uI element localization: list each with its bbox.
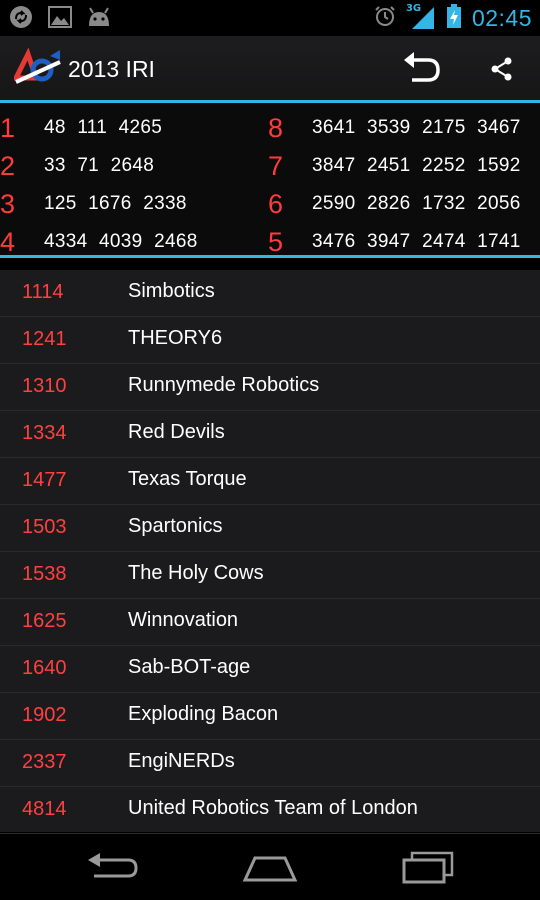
- team-list-item[interactable]: 1902 Exploding Bacon: [0, 693, 540, 740]
- battery-charging-icon: [446, 3, 462, 33]
- alliance-row[interactable]: 4 4334 4039 2468: [0, 223, 198, 261]
- team-name: Spartonics: [128, 515, 223, 537]
- notification-icons: [8, 4, 112, 30]
- alliance-seed: 4: [0, 226, 16, 257]
- team-number: 1241: [22, 328, 67, 350]
- signal-3g-icon: 3G: [406, 3, 436, 31]
- alliance-teams: 3476 3947 2474 1741: [312, 231, 521, 252]
- team-list-item[interactable]: 1114 Simbotics: [0, 270, 540, 317]
- team-name: United Robotics Team of London: [128, 797, 418, 819]
- action-bar: 2013 IRI: [0, 36, 540, 100]
- navigation-bar: [0, 834, 540, 900]
- system-status: 3G 02:45: [374, 3, 532, 33]
- team-list-item[interactable]: 4814 United Robotics Team of London: [0, 787, 540, 834]
- alliance-teams: 3641 3539 2175 3467: [312, 117, 521, 138]
- alliance-seed: 6: [268, 188, 284, 219]
- alliance-row[interactable]: 5 3476 3947 2474 1741: [268, 223, 521, 261]
- team-list-item[interactable]: 1538 The Holy Cows: [0, 552, 540, 599]
- team-number: 1310: [22, 375, 67, 397]
- team-name: Simbotics: [128, 280, 215, 302]
- team-number: 1538: [22, 563, 67, 585]
- team-name: Winnovation: [128, 609, 239, 631]
- team-list-item[interactable]: 1503 Spartonics: [0, 505, 540, 552]
- home-button[interactable]: [240, 848, 300, 888]
- team-list-item[interactable]: 1310 Runnymede Robotics: [0, 364, 540, 411]
- team-number: 1640: [22, 657, 67, 679]
- team-list-item[interactable]: 1334 Red Devils: [0, 411, 540, 458]
- team-name: Red Devils: [128, 421, 225, 443]
- page-title: 2013 IRI: [68, 56, 155, 82]
- team-number: 4814: [22, 798, 67, 820]
- team-number: 1114: [22, 281, 64, 303]
- team-name: Texas Torque: [128, 468, 247, 490]
- alarm-icon: [374, 5, 396, 31]
- team-name: Exploding Bacon: [128, 703, 279, 725]
- status-clock: 02:45: [471, 4, 532, 31]
- sync-icon: [8, 4, 34, 30]
- undo-button[interactable]: [398, 50, 446, 88]
- alliance-teams: 4334 4039 2468: [44, 231, 198, 252]
- alliance-seed: 7: [268, 150, 284, 181]
- team-name: EngiNERDs: [128, 750, 235, 772]
- alliance-row[interactable]: 8 3641 3539 2175 3467: [268, 109, 521, 147]
- team-list-item[interactable]: 2337 EngiNERDs: [0, 740, 540, 787]
- alliance-teams: 3847 2451 2252 1592: [312, 155, 521, 176]
- team-number: 1625: [22, 610, 67, 632]
- share-icon: [491, 57, 512, 81]
- alliance-row[interactable]: 6 2590 2826 1732 2056: [268, 185, 521, 223]
- back-button[interactable]: [82, 848, 142, 888]
- team-number: 1477: [22, 469, 67, 491]
- team-name: Runnymede Robotics: [128, 374, 320, 396]
- team-name: THEORY6: [128, 327, 223, 349]
- team-number: 1503: [22, 516, 67, 538]
- alliance-teams: 2590 2826 1732 2056: [312, 193, 521, 214]
- alliance-selection-panel: 1 48 111 4265 2 33 71 2648 3 125 1676 23…: [0, 100, 540, 258]
- undo-icon: [404, 52, 440, 82]
- team-list-item[interactable]: 1241 THEORY6: [0, 317, 540, 364]
- android-icon: [86, 6, 112, 28]
- team-number: 2337: [22, 751, 67, 773]
- image-icon: [48, 6, 72, 28]
- home-icon: [242, 856, 298, 882]
- alliance-row[interactable]: 1 48 111 4265: [0, 109, 162, 147]
- team-number: 1334: [22, 422, 67, 444]
- alliance-seed: 2: [0, 150, 16, 181]
- team-list-item[interactable]: 1477 Texas Torque: [0, 458, 540, 505]
- team-list-item[interactable]: 1625 Winnovation: [0, 599, 540, 646]
- alliance-seed: 1: [0, 112, 16, 143]
- share-button[interactable]: [482, 50, 520, 88]
- alliance-teams: 33 71 2648: [44, 155, 155, 176]
- alliance-teams: 48 111 4265: [44, 117, 163, 138]
- status-bar: 3G 02:45: [0, 0, 540, 36]
- team-list[interactable]: 1114 Simbotics 1241 THEORY6 1310 Runnymede …: [0, 270, 540, 834]
- alliance-seed: 8: [268, 112, 284, 143]
- alliance-row[interactable]: 7 3847 2451 2252 1592: [268, 147, 521, 185]
- back-icon: [88, 853, 138, 878]
- alliance-row[interactable]: 2 33 71 2648: [0, 147, 154, 185]
- alliance-seed: 5: [268, 226, 284, 257]
- team-name: Sab-BOT-age: [128, 656, 251, 678]
- alliance-teams: 125 1676 2338: [44, 193, 187, 214]
- team-name: The Holy Cows: [128, 562, 264, 584]
- alliance-row[interactable]: 3 125 1676 2338: [0, 185, 187, 223]
- app-logo-icon[interactable]: [11, 47, 64, 92]
- recent-apps-icon: [402, 851, 454, 884]
- alliance-seed: 3: [0, 188, 16, 219]
- recent-apps-button[interactable]: [398, 848, 458, 888]
- team-number: 1902: [22, 704, 67, 726]
- team-list-item[interactable]: 1640 Sab-BOT-age: [0, 646, 540, 693]
